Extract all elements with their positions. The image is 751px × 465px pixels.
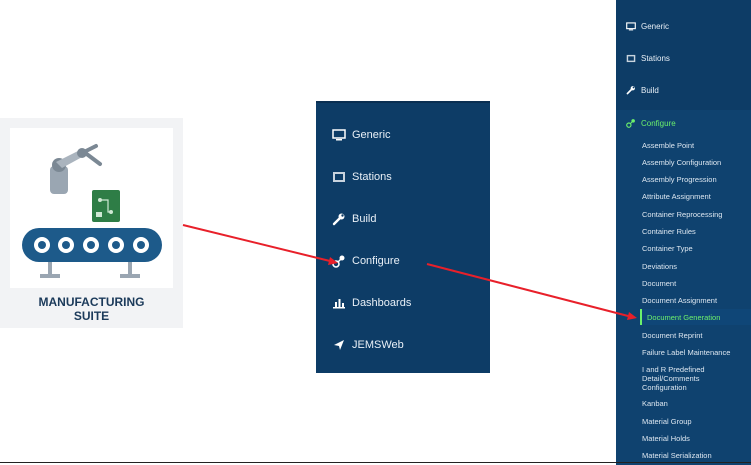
annotation-arrows [182, 224, 637, 320]
arrow-logo-to-configure [182, 224, 338, 265]
arrow-configure-to-document-generation [426, 263, 637, 320]
